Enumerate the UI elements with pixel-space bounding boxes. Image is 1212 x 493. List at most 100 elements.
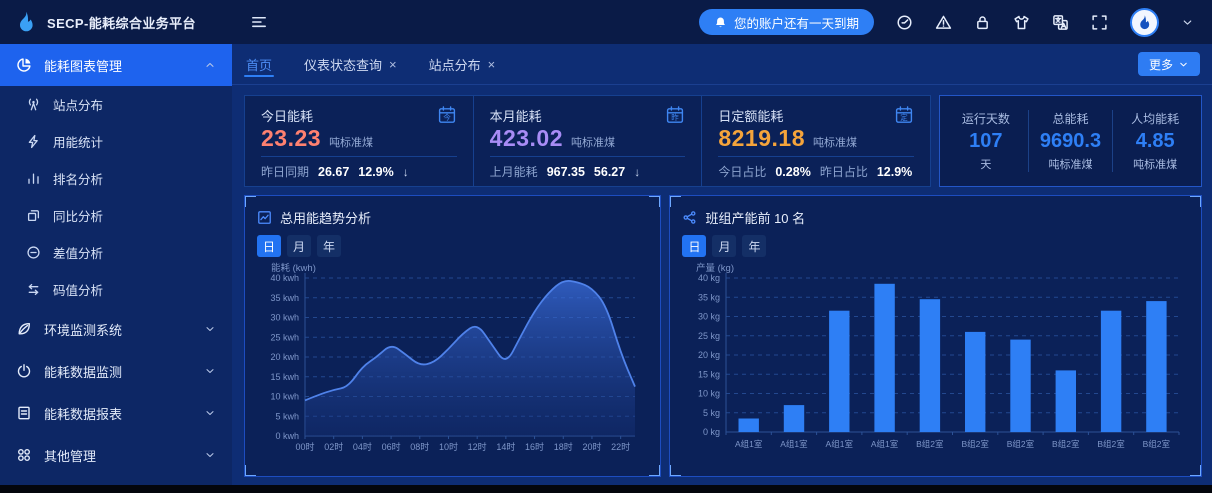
stat-card-footer: 上月能耗967.3556.27↓ bbox=[490, 156, 686, 186]
svg-text:A组1室: A组1室 bbox=[781, 439, 809, 449]
tab-仪表状态查询[interactable]: 仪表状态查询× bbox=[302, 44, 399, 84]
sidebar-item-租户信息维护管理[interactable]: 租户信息维护管理 bbox=[0, 476, 232, 485]
period-button-月[interactable]: 月 bbox=[712, 235, 736, 257]
stat-card-unit: 吨标准煤 bbox=[813, 134, 857, 150]
sidebar-item-能耗数据报表[interactable]: 能耗数据报表 bbox=[0, 392, 232, 434]
summary-label: 人均能耗 bbox=[1113, 110, 1197, 127]
period-button-日[interactable]: 日 bbox=[682, 235, 706, 257]
close-icon[interactable]: × bbox=[488, 58, 496, 71]
chevron-down-icon bbox=[204, 365, 216, 377]
sidebar-subitem-用能统计[interactable]: 用能统计 bbox=[0, 123, 232, 160]
period-button-年[interactable]: 年 bbox=[317, 235, 341, 257]
svg-text:B组2室: B组2室 bbox=[962, 439, 990, 449]
notice-text: 您的账户还有一天到期 bbox=[734, 13, 859, 32]
summary-value: 9690.3 bbox=[1029, 130, 1113, 153]
svg-text:10 kg: 10 kg bbox=[698, 389, 720, 399]
footer-value: 56.27 bbox=[594, 165, 625, 179]
theme-icon[interactable] bbox=[1013, 14, 1030, 31]
tab-首页[interactable]: 首页 bbox=[244, 44, 274, 84]
period-button-年[interactable]: 年 bbox=[742, 235, 766, 257]
gauge-icon[interactable] bbox=[896, 14, 913, 31]
svg-text:5 kwh: 5 kwh bbox=[275, 411, 299, 421]
stat-card-footer: 昨日同期26.6712.9%↓ bbox=[261, 156, 457, 186]
chevron-down-icon bbox=[204, 449, 216, 461]
stat-card-title: 日定额能耗 bbox=[718, 106, 783, 125]
sidebar-item-其他管理[interactable]: 其他管理 bbox=[0, 434, 232, 476]
account-expiry-notice[interactable]: 您的账户还有一天到期 bbox=[699, 9, 874, 35]
tab-list: 首页仪表状态查询× 站点分布× bbox=[244, 44, 497, 84]
sidebar-subitem-差值分析[interactable]: 差值分析 bbox=[0, 234, 232, 271]
stat-card-value: 423.02 bbox=[490, 125, 563, 152]
calendar-icon: 昨 bbox=[665, 105, 685, 125]
svg-text:20时: 20时 bbox=[582, 441, 601, 452]
close-icon[interactable]: × bbox=[389, 58, 397, 71]
svg-text:10时: 10时 bbox=[439, 441, 458, 452]
share-icon bbox=[682, 210, 697, 225]
report-icon bbox=[16, 405, 32, 421]
svg-text:18时: 18时 bbox=[554, 441, 573, 452]
svg-text:30 kg: 30 kg bbox=[698, 312, 720, 322]
tab-站点分布[interactable]: 站点分布× bbox=[427, 44, 498, 84]
sidebar-subitem-label: 码值分析 bbox=[53, 280, 103, 299]
sidebar-subitem-同比分析[interactable]: 同比分析 bbox=[0, 197, 232, 234]
sidebar-subitem-站点分布[interactable]: 站点分布 bbox=[0, 86, 232, 123]
translate-icon[interactable] bbox=[1052, 14, 1069, 31]
down-arrow-icon: ↓ bbox=[634, 165, 640, 179]
flame-icon bbox=[1136, 14, 1153, 31]
sidebar-item-能耗图表管理[interactable]: 能耗图表管理 bbox=[0, 44, 232, 86]
trend-icon bbox=[257, 210, 272, 225]
antenna-icon bbox=[26, 97, 41, 112]
main-area: 首页仪表状态查询× 站点分布× 更多 今日能耗今23.23吨标准煤昨日同期26.6… bbox=[232, 44, 1212, 485]
stat-card-今日能耗: 今日能耗今23.23吨标准煤昨日同期26.6712.9%↓ bbox=[245, 96, 474, 186]
app-root: SECP-能耗综合业务平台 您的账户还有一天到期 能耗图表管理站点分布用能统计排… bbox=[0, 0, 1212, 493]
summary-label: 总能耗 bbox=[1029, 110, 1113, 127]
sidebar-item-label: 能耗数据监测 bbox=[44, 362, 122, 381]
sidebar-subitem-码值分析[interactable]: 码值分析 bbox=[0, 271, 232, 308]
collapse-menu-icon[interactable] bbox=[250, 13, 268, 31]
svg-text:B组2室: B组2室 bbox=[1098, 439, 1126, 449]
summary-人均能耗: 人均能耗4.85吨标准煤 bbox=[1113, 110, 1197, 172]
svg-text:10 kwh: 10 kwh bbox=[270, 392, 299, 402]
content-area: 今日能耗今23.23吨标准煤昨日同期26.6712.9%↓本月能耗昨423.02… bbox=[232, 85, 1212, 485]
swap-icon bbox=[26, 282, 41, 297]
more-button[interactable]: 更多 bbox=[1138, 52, 1200, 76]
panel-header: 总用能趋势分析 bbox=[257, 204, 648, 230]
warning-icon[interactable] bbox=[935, 14, 952, 31]
minus-circle-icon bbox=[26, 245, 41, 260]
footer-value: 12.9% bbox=[877, 165, 912, 179]
svg-text:35 kg: 35 kg bbox=[698, 292, 720, 302]
summary-unit: 天 bbox=[944, 156, 1028, 172]
top-right-actions: 您的账户还有一天到期 bbox=[699, 8, 1194, 37]
panel-title: 总用能趋势分析 bbox=[280, 208, 371, 227]
top-bar-main: 您的账户还有一天到期 bbox=[232, 0, 1212, 44]
panel-team-output: 班组产能前 10 名 日月年 产量 (kg)0 kg5 kg10 kg15 kg… bbox=[669, 195, 1202, 477]
calendar-icon: 今 bbox=[437, 105, 457, 125]
period-button-日[interactable]: 日 bbox=[257, 235, 281, 257]
sidebar-item-label: 能耗图表管理 bbox=[44, 56, 122, 75]
user-menu-chevron-icon[interactable] bbox=[1181, 16, 1194, 29]
sidebar-subitem-label: 站点分布 bbox=[53, 95, 103, 114]
bottom-strip bbox=[0, 485, 1212, 493]
stat-card-unit: 吨标准煤 bbox=[571, 134, 615, 150]
avatar[interactable] bbox=[1130, 8, 1159, 37]
svg-text:12时: 12时 bbox=[468, 441, 487, 452]
sidebar-item-能耗数据监测[interactable]: 能耗数据监测 bbox=[0, 350, 232, 392]
svg-text:15 kg: 15 kg bbox=[698, 369, 720, 379]
svg-text:今: 今 bbox=[443, 112, 451, 122]
brand: SECP-能耗综合业务平台 bbox=[0, 0, 232, 44]
fullscreen-icon[interactable] bbox=[1091, 14, 1108, 31]
period-button-月[interactable]: 月 bbox=[287, 235, 311, 257]
stat-card-日定额能耗: 日定额能耗定8219.18吨标准煤今日占比0.28%昨日占比12.9%↓ bbox=[702, 96, 930, 186]
stat-cards-panel: 今日能耗今23.23吨标准煤昨日同期26.6712.9%↓本月能耗昨423.02… bbox=[244, 95, 931, 187]
footer-label: 昨日占比 bbox=[820, 163, 868, 180]
sidebar-subitem-label: 差值分析 bbox=[53, 243, 103, 262]
svg-text:15 kwh: 15 kwh bbox=[270, 372, 299, 382]
sidebar-item-环境监测系统[interactable]: 环境监测系统 bbox=[0, 308, 232, 350]
calendar-icon: 定 bbox=[894, 105, 914, 125]
lock-icon[interactable] bbox=[974, 14, 991, 31]
svg-text:14时: 14时 bbox=[496, 441, 515, 452]
summary-unit: 吨标准煤 bbox=[1113, 156, 1197, 172]
panel-title: 班组产能前 10 名 bbox=[705, 208, 805, 227]
sidebar-subitem-排名分析[interactable]: 排名分析 bbox=[0, 160, 232, 197]
corner-accent bbox=[244, 465, 256, 477]
